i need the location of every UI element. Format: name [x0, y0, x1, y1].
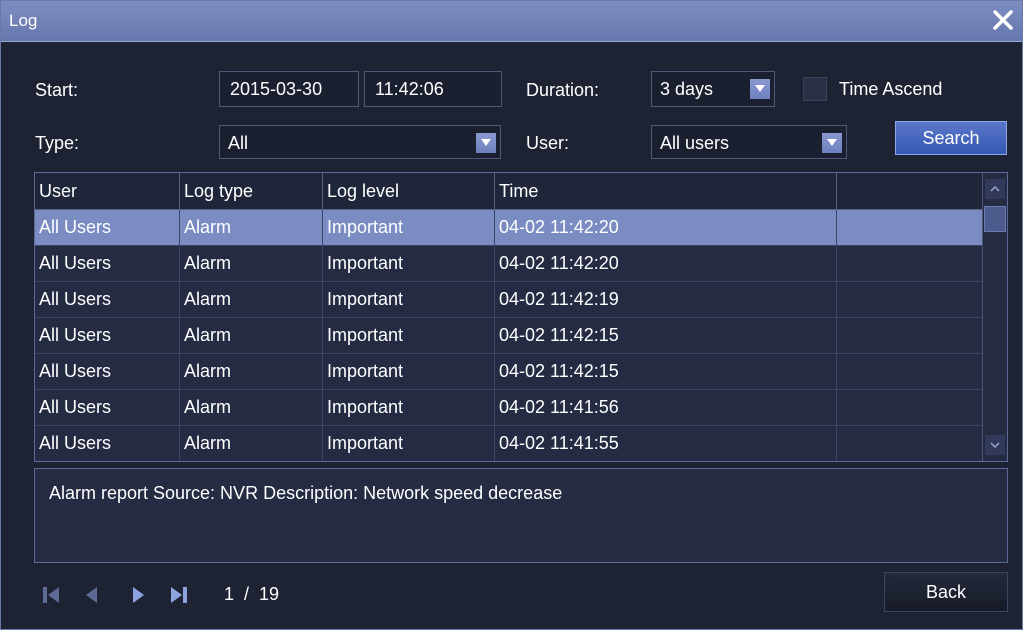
cell-log-level: Important — [323, 426, 495, 461]
cell-log-type: Alarm — [180, 390, 323, 425]
log-table: User Log type Log level Time All Users Al… — [34, 172, 1008, 462]
cell-user: All Users — [35, 354, 180, 389]
search-button[interactable]: Search — [895, 121, 1007, 155]
cell-log-level: Important — [323, 210, 495, 245]
cell-log-type: Alarm — [180, 282, 323, 317]
cell-time: 04-02 11:41:56 — [495, 390, 837, 425]
cell-log-type: Alarm — [180, 210, 323, 245]
cell-time: 04-02 11:42:15 — [495, 354, 837, 389]
duration-value: 3 days — [660, 79, 714, 99]
cell-log-type: Alarm — [180, 354, 323, 389]
cell-user: All Users — [35, 426, 180, 461]
cell-log-type: Alarm — [180, 246, 323, 281]
cell-empty — [837, 282, 985, 317]
user-select[interactable]: All users — [651, 125, 847, 159]
type-label: Type: — [35, 133, 80, 153]
cell-user: All Users — [35, 318, 180, 353]
chevron-down-icon — [476, 133, 496, 153]
scroll-down-icon[interactable] — [985, 435, 1005, 455]
column-header-log-type[interactable]: Log type — [180, 173, 323, 209]
scroll-up-icon[interactable] — [985, 179, 1005, 199]
cell-log-level: Important — [323, 354, 495, 389]
close-icon[interactable] — [990, 7, 1016, 33]
table-header: User Log type Log level Time — [35, 173, 985, 210]
cell-time: 04-02 11:41:55 — [495, 426, 837, 461]
cell-time: 04-02 11:42:20 — [495, 210, 837, 245]
cell-log-type: Alarm — [180, 426, 323, 461]
log-detail-panel: Alarm report Source: NVR Description: Ne… — [34, 468, 1008, 563]
cell-log-level: Important — [323, 246, 495, 281]
cell-empty — [837, 390, 985, 425]
title-bar: Log — [1, 1, 1022, 42]
duration-select[interactable]: 3 days — [651, 71, 775, 107]
type-select[interactable]: All — [219, 125, 501, 159]
column-header-empty — [837, 173, 985, 209]
cell-log-level: Important — [323, 390, 495, 425]
column-header-log-level[interactable]: Log level — [323, 173, 495, 209]
cell-log-type: Alarm — [180, 318, 323, 353]
cell-user: All Users — [35, 390, 180, 425]
last-page-icon[interactable] — [168, 584, 190, 606]
log-window: Log Start: 2015-03-30 11:42:06 Duration:… — [0, 0, 1023, 630]
start-label: Start: — [35, 80, 79, 100]
user-label: User: — [526, 133, 570, 153]
table-scrollbar[interactable] — [982, 173, 1007, 461]
user-value: All users — [660, 133, 730, 153]
table-row[interactable]: All Users Alarm Important 04-02 11:42:15 — [35, 354, 985, 390]
cell-log-level: Important — [323, 282, 495, 317]
cell-empty — [837, 354, 985, 389]
cell-user: All Users — [35, 282, 180, 317]
first-page-icon[interactable] — [41, 584, 63, 606]
time-ascend-label: Time Ascend — [839, 79, 943, 99]
type-value: All — [228, 133, 249, 153]
start-date-field[interactable]: 2015-03-30 — [219, 71, 359, 107]
scrollbar-thumb[interactable] — [984, 206, 1006, 232]
time-ascend-checkbox[interactable] — [803, 77, 827, 101]
column-header-user[interactable]: User — [35, 173, 180, 209]
cell-empty — [837, 210, 985, 245]
table-row[interactable]: All Users Alarm Important 04-02 11:41:55 — [35, 426, 985, 461]
window-title: Log — [9, 11, 38, 30]
cell-user: All Users — [35, 246, 180, 281]
column-header-time[interactable]: Time — [495, 173, 837, 209]
table-row[interactable]: All Users Alarm Important 04-02 11:42:15 — [35, 318, 985, 354]
table-row[interactable]: All Users Alarm Important 04-02 11:41:56 — [35, 390, 985, 426]
back-button[interactable]: Back — [884, 572, 1008, 612]
cell-time: 04-02 11:42:20 — [495, 246, 837, 281]
table-row[interactable]: All Users Alarm Important 04-02 11:42:19 — [35, 282, 985, 318]
cell-empty — [837, 318, 985, 353]
duration-label: Duration: — [526, 80, 600, 100]
cell-empty — [837, 246, 985, 281]
prev-page-icon[interactable] — [81, 584, 103, 606]
cell-time: 04-02 11:42:15 — [495, 318, 837, 353]
log-detail-text: Alarm report Source: NVR Description: Ne… — [49, 483, 563, 503]
cell-time: 04-02 11:42:19 — [495, 282, 837, 317]
table-row[interactable]: All Users Alarm Important 04-02 11:42:20 — [35, 210, 985, 246]
cell-log-level: Important — [323, 318, 495, 353]
cell-user: All Users — [35, 210, 180, 245]
table-row[interactable]: All Users Alarm Important 04-02 11:42:20 — [35, 246, 985, 282]
next-page-icon[interactable] — [127, 584, 149, 606]
chevron-down-icon — [822, 133, 842, 153]
chevron-down-icon — [750, 79, 770, 99]
table-body: All Users Alarm Important 04-02 11:42:20 All… — [35, 210, 985, 461]
cell-empty — [837, 426, 985, 461]
start-time-field[interactable]: 11:42:06 — [364, 71, 502, 107]
page-indicator: 1 / 19 — [224, 584, 280, 604]
